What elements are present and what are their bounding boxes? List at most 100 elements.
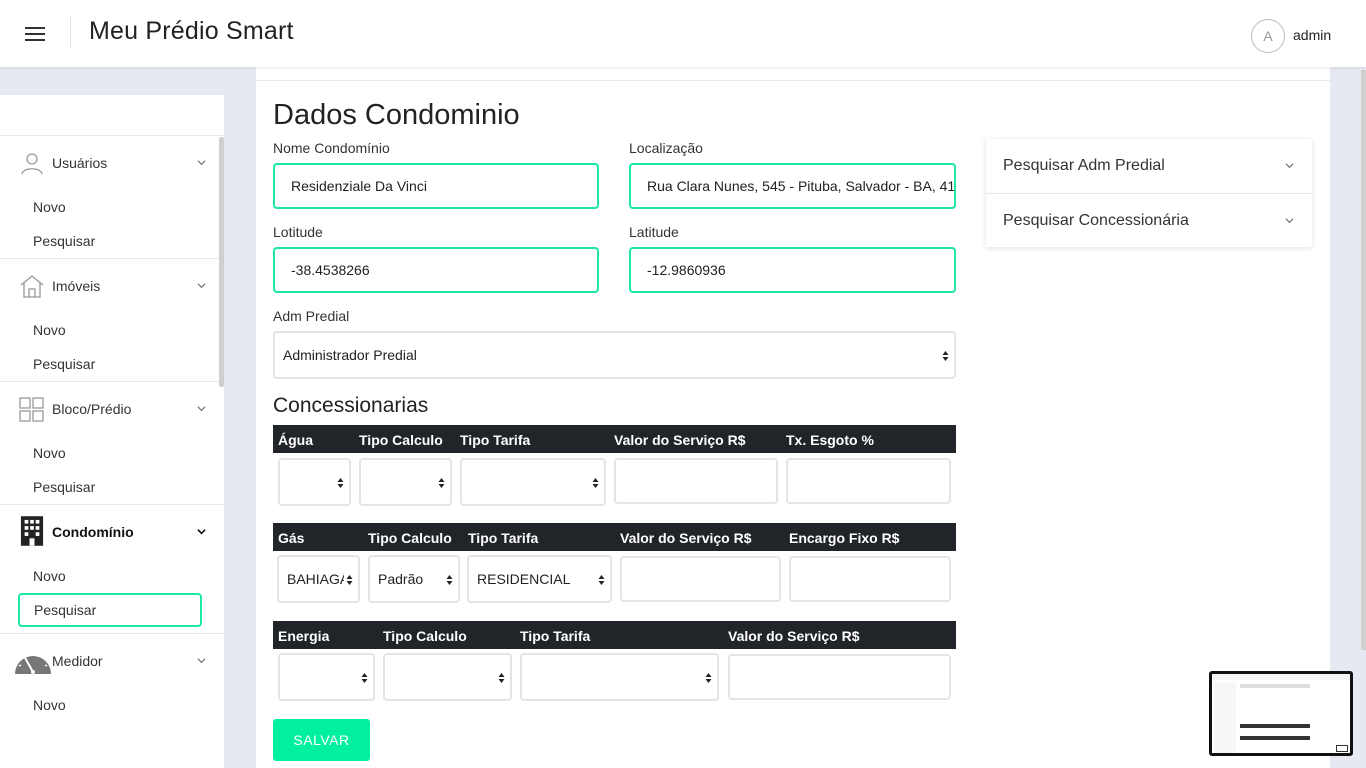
sidebar-subitem-usuarios-pesquisar[interactable]: Pesquisar [0, 224, 224, 258]
sidebar-subitem-imoveis-novo[interactable]: Novo [0, 313, 224, 347]
sidebar: Usuários Novo Pesquisar Imóveis Novo Pes… [0, 95, 224, 768]
sidebar-item-condominio[interactable]: Condomínio [0, 505, 224, 559]
energia-table-header: Energia Tipo Calculo Tipo Tarifa Valor d… [273, 621, 956, 649]
sidebar-scrollbar[interactable] [219, 137, 224, 387]
gas-valor-servico-field[interactable] [620, 556, 781, 602]
adm-predial-value: Administrador Predial [283, 347, 417, 363]
tipo-tarifa-header: Tipo Tarifa [460, 432, 531, 448]
sidebar-subitem-bloco-novo[interactable]: Novo [0, 436, 224, 470]
app-title: Meu Prédio Smart [89, 17, 294, 45]
select-arrows-icon [346, 575, 353, 585]
sidebar-item-label: Medidor [52, 653, 103, 669]
accordion-label: Pesquisar Concessionária [1003, 212, 1189, 229]
gas-tipo-calculo-select[interactable]: Padrão [368, 555, 460, 603]
chevron-down-icon [1285, 218, 1294, 224]
sidebar-group-medidor: Medidor Novo [0, 634, 224, 722]
valor-servico-header: Valor do Serviço R$ [728, 628, 860, 644]
accordion-pesquisar-concessionaria[interactable]: Pesquisar Concessionária [986, 193, 1312, 247]
sidebar-item-medidor[interactable]: Medidor [0, 634, 224, 688]
panel-divider [256, 80, 1330, 81]
sidebar-subitem-bloco-pesquisar[interactable]: Pesquisar [0, 470, 224, 504]
thumb-sidebar [1214, 682, 1236, 753]
thumb-button [1336, 745, 1348, 752]
concessionarias-title: Concessionarias [273, 394, 429, 417]
gas-tipo-tarifa-value: RESIDENCIAL [477, 571, 571, 587]
encargo-fixo-header: Encargo Fixo R$ [789, 530, 900, 546]
sidebar-item-label: Condomínio [52, 524, 134, 540]
select-arrows-icon [361, 673, 368, 683]
gas-table-header: Gás Tipo Calculo Tipo Tarifa Valor do Se… [273, 523, 956, 551]
save-button[interactable]: SALVAR [273, 719, 370, 761]
agua-tx-esgoto-field[interactable] [786, 458, 951, 504]
valor-servico-header: Valor do Serviço R$ [620, 530, 752, 546]
sidebar-subitem-imoveis-pesquisar[interactable]: Pesquisar [0, 347, 224, 381]
main-panel: Dados Condominio Nome Condomínio Residen… [256, 67, 1330, 768]
latitude-label: Latitude [629, 224, 679, 240]
localizacao-label: Localização [629, 140, 703, 156]
sidebar-item-label: Usuários [52, 155, 108, 171]
chevron-down-icon [197, 406, 206, 412]
chevron-down-icon [1285, 163, 1294, 169]
gas-encargo-fixo-field[interactable] [789, 556, 951, 602]
tipo-tarifa-header: Tipo Tarifa [468, 530, 539, 546]
nome-condominio-field[interactable]: Residenziale Da Vinci [273, 163, 599, 209]
accordion-label: Pesquisar Adm Predial [1003, 157, 1165, 174]
sidebar-item-bloco-predio[interactable]: Bloco/Prédio [0, 382, 224, 436]
energia-tipo-calculo-select[interactable] [383, 653, 512, 701]
tipo-calculo-header: Tipo Calculo [359, 432, 443, 448]
screen-thumbnail[interactable] [1209, 671, 1353, 756]
chevron-down-icon [197, 658, 206, 664]
agua-tipo-calculo-select[interactable] [359, 458, 452, 506]
gauge-icon [15, 651, 51, 674]
sidebar-item-imoveis[interactable]: Imóveis [0, 259, 224, 313]
agua-valor-servico-field[interactable] [614, 458, 778, 504]
grid-icon [19, 397, 44, 422]
tipo-tarifa-header: Tipo Tarifa [520, 628, 591, 644]
lotitude-label: Lotitude [273, 224, 323, 240]
gas-select[interactable]: BAHIAGÁS [277, 555, 360, 603]
page-scrollbar[interactable] [1361, 70, 1366, 650]
energia-tipo-tarifa-select[interactable] [520, 653, 719, 701]
agua-select[interactable] [278, 458, 351, 506]
nome-label: Nome Condomínio [273, 140, 390, 156]
sidebar-subitem-usuarios-novo[interactable]: Novo [0, 190, 224, 224]
sidebar-item-label: Bloco/Prédio [52, 401, 132, 417]
gas-tipo-calculo-value: Padrão [378, 571, 424, 587]
sidebar-top [0, 95, 224, 136]
accordion-pesquisar-adm-predial[interactable]: Pesquisar Adm Predial [986, 139, 1312, 193]
gas-select-value: BAHIAGÁS [287, 571, 344, 587]
search-accordion: Pesquisar Adm Predial Pesquisar Concessi… [986, 139, 1312, 247]
gas-header: Gás [278, 530, 305, 546]
lotitude-field[interactable]: -38.4538266 [273, 247, 599, 293]
adm-predial-select[interactable]: Administrador Predial [273, 331, 956, 379]
home-icon [20, 275, 44, 298]
thumb-header [1212, 674, 1350, 680]
sidebar-item-usuarios[interactable]: Usuários [0, 136, 224, 190]
avatar[interactable]: A [1251, 19, 1285, 53]
thumb-line [1240, 684, 1310, 688]
tx-esgoto-header: Tx. Esgoto % [786, 432, 874, 448]
user-icon [21, 153, 43, 175]
building-icon [20, 516, 44, 546]
select-arrows-icon [337, 478, 344, 488]
select-arrows-icon [942, 351, 949, 361]
localizacao-field[interactable]: Rua Clara Nunes, 545 - Pituba, Salvador … [629, 163, 956, 209]
select-arrows-icon [446, 575, 453, 585]
gas-tipo-tarifa-select[interactable]: RESIDENCIAL [467, 555, 612, 603]
chevron-down-icon [197, 160, 206, 166]
sidebar-subitem-condominio-pesquisar[interactable]: Pesquisar [18, 593, 202, 627]
tipo-calculo-header: Tipo Calculo [368, 530, 452, 546]
sidebar-subitem-condominio-novo[interactable]: Novo [0, 559, 224, 593]
menu-icon[interactable] [25, 27, 45, 43]
latitude-field[interactable]: -12.9860936 [629, 247, 956, 293]
energia-select[interactable] [278, 653, 375, 701]
energia-valor-servico-field[interactable] [728, 654, 951, 700]
select-arrows-icon [705, 673, 712, 683]
valor-servico-header: Valor do Serviço R$ [614, 432, 746, 448]
agua-tipo-tarifa-select[interactable] [460, 458, 606, 506]
sidebar-subitem-medidor-novo[interactable]: Novo [0, 688, 224, 722]
chevron-down-icon [197, 529, 206, 535]
select-arrows-icon [438, 478, 445, 488]
username[interactable]: admin [1293, 27, 1331, 43]
energia-header: Energia [278, 628, 330, 644]
